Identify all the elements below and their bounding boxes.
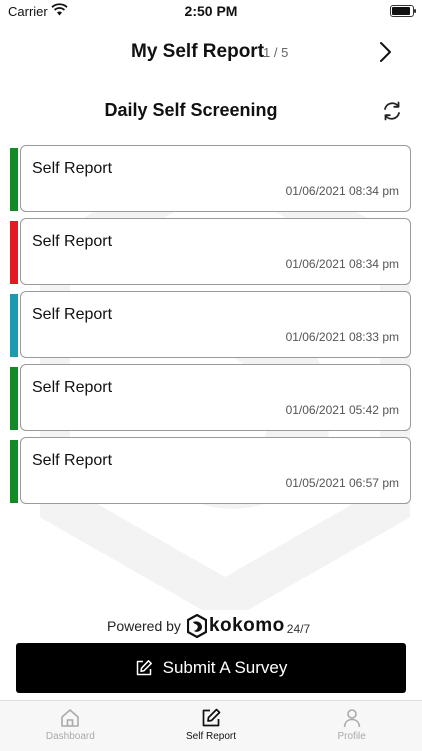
tab-dashboard[interactable]: Dashboard	[0, 701, 141, 751]
status-time: 2:50 PM	[184, 3, 238, 19]
page-counter: 1 / 5	[263, 45, 289, 60]
report-row: Self Report 01/06/2021 08:33 pm	[10, 291, 412, 358]
report-title: Self Report	[32, 306, 113, 323]
report-row: Self Report 01/06/2021 08:34 pm	[10, 218, 412, 285]
status-indicator	[10, 148, 18, 211]
status-bar: Carrier 2:50 PM	[0, 0, 422, 24]
report-timestamp: 01/06/2021 08:33 pm	[285, 330, 399, 344]
report-title: Self Report	[32, 379, 113, 396]
report-timestamp: 01/05/2021 06:57 pm	[285, 476, 399, 490]
powered-by-label: Powered by	[107, 618, 181, 634]
brand-name: kokomo	[208, 615, 285, 636]
report-timestamp: 01/06/2021 08:34 pm	[285, 257, 399, 271]
report-row: Self Report 01/05/2021 06:57 pm	[10, 437, 412, 504]
battery-icon	[390, 5, 416, 17]
page-title: My Self Report	[131, 41, 265, 62]
tab-self-report[interactable]: Self Report	[141, 701, 282, 751]
tab-label: Profile	[337, 731, 366, 742]
home-icon	[61, 709, 80, 727]
report-timestamp: 01/06/2021 05:42 pm	[285, 403, 399, 417]
status-indicator	[10, 294, 18, 357]
submit-survey-label: Submit A Survey	[162, 658, 288, 677]
kokomo-logo-icon	[186, 614, 207, 638]
tab-label: Self Report	[185, 731, 237, 742]
report-row: Self Report 01/06/2021 05:42 pm	[10, 364, 412, 431]
header: My Self Report 1 / 5	[0, 36, 422, 68]
report-card[interactable]: Self Report 01/06/2021 05:42 pm	[20, 364, 411, 431]
report-card[interactable]: Self Report 01/06/2021 08:33 pm	[20, 291, 411, 358]
edit-icon	[202, 708, 221, 727]
section-title: Daily Self Screening	[104, 100, 278, 120]
refresh-icon	[384, 101, 400, 121]
edit-icon	[136, 660, 152, 676]
status-indicator	[10, 367, 18, 430]
next-page-button[interactable]	[372, 38, 398, 66]
report-card[interactable]: Self Report 01/06/2021 08:34 pm	[20, 145, 411, 212]
report-title: Self Report	[32, 452, 113, 469]
report-list: Self Report 01/06/2021 08:34 pm Self Rep…	[10, 145, 412, 510]
powered-by: Powered by kokomo 24/7	[107, 613, 310, 639]
tab-profile[interactable]: Profile	[281, 701, 422, 751]
status-indicator	[10, 440, 18, 503]
report-title: Self Report	[32, 233, 113, 250]
tab-bar: Dashboard Self Report Profile	[0, 700, 422, 751]
report-title: Self Report	[32, 160, 113, 177]
person-icon	[343, 709, 360, 728]
battery-level	[392, 7, 410, 15]
report-card[interactable]: Self Report 01/05/2021 06:57 pm	[20, 437, 411, 504]
refresh-button[interactable]	[380, 99, 404, 123]
brand-suffix: 24/7	[286, 621, 311, 636]
chevron-right-icon	[380, 42, 391, 62]
report-row: Self Report 01/06/2021 08:34 pm	[10, 145, 412, 212]
report-timestamp: 01/06/2021 08:34 pm	[285, 184, 399, 198]
tab-label: Dashboard	[45, 731, 95, 742]
submit-survey-button[interactable]: Submit A Survey	[16, 643, 406, 693]
report-card[interactable]: Self Report 01/06/2021 08:34 pm	[20, 218, 411, 285]
status-indicator	[10, 221, 18, 284]
